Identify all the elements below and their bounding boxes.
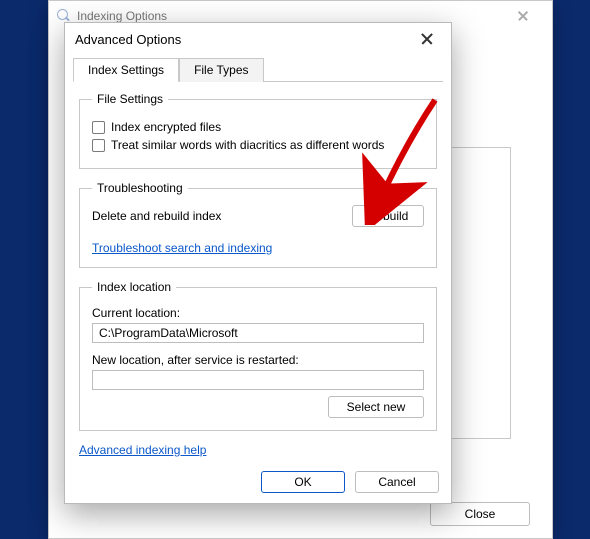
- tab-label: File Types: [194, 63, 248, 77]
- diacritics-label: Treat similar words with diacritics as d…: [111, 138, 384, 152]
- advanced-indexing-help-link[interactable]: Advanced indexing help: [79, 443, 206, 457]
- indexing-options-title: Indexing Options: [77, 9, 167, 23]
- index-location-legend: Index location: [92, 280, 176, 294]
- tab-file-types[interactable]: File Types: [179, 58, 263, 82]
- advanced-options-titlebar: Advanced Options: [65, 23, 451, 55]
- select-new-button[interactable]: Select new: [328, 396, 424, 418]
- rebuild-button[interactable]: Rebuild: [352, 205, 424, 227]
- advanced-options-dialog: Advanced Options Index Settings File Typ…: [64, 22, 452, 504]
- troubleshooting-group: Troubleshooting Delete and rebuild index…: [79, 181, 437, 268]
- close-button-label: Close: [465, 507, 496, 521]
- ok-button[interactable]: OK: [261, 471, 345, 493]
- file-settings-group: File Settings Index encrypted files Trea…: [79, 92, 437, 169]
- index-encrypted-checkbox[interactable]: [92, 121, 105, 134]
- tab-bar: Index Settings File Types: [73, 57, 443, 82]
- index-encrypted-label: Index encrypted files: [111, 120, 221, 134]
- select-new-label: Select new: [347, 400, 406, 414]
- rebuild-button-label: Rebuild: [368, 209, 409, 223]
- diacritics-checkbox[interactable]: [92, 139, 105, 152]
- ok-label: OK: [294, 475, 311, 489]
- close-icon[interactable]: [502, 2, 544, 30]
- close-icon[interactable]: [413, 25, 441, 53]
- troubleshooting-legend: Troubleshooting: [92, 181, 188, 195]
- tab-index-settings[interactable]: Index Settings: [73, 58, 179, 82]
- cancel-label: Cancel: [378, 475, 415, 489]
- new-location-label: New location, after service is restarted…: [92, 353, 424, 367]
- new-location-field[interactable]: [92, 370, 424, 390]
- dialog-footer: OK Cancel: [261, 471, 439, 493]
- dialog-title: Advanced Options: [75, 32, 181, 47]
- tab-label: Index Settings: [88, 63, 164, 77]
- rebuild-desc: Delete and rebuild index: [92, 209, 221, 223]
- troubleshoot-search-link[interactable]: Troubleshoot search and indexing: [92, 241, 272, 255]
- current-location-label: Current location:: [92, 306, 424, 320]
- close-button[interactable]: Close: [430, 502, 530, 526]
- index-settings-pane: File Settings Index encrypted files Trea…: [65, 82, 451, 431]
- search-icon: [57, 9, 71, 23]
- current-location-field: C:\ProgramData\Microsoft: [92, 323, 424, 343]
- file-settings-legend: File Settings: [92, 92, 168, 106]
- cancel-button[interactable]: Cancel: [355, 471, 439, 493]
- index-location-group: Index location Current location: C:\Prog…: [79, 280, 437, 431]
